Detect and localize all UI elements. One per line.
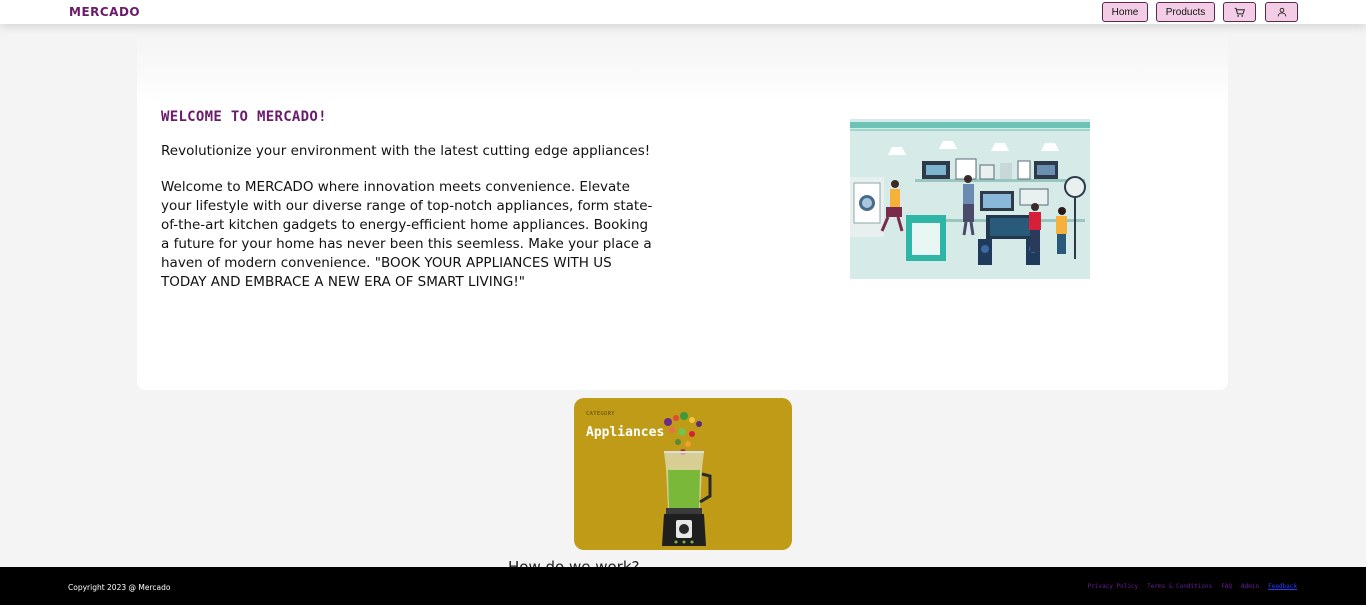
copyright-text: Copyright 2023 @ Mercado [68, 583, 171, 592]
appliance-store-illustration [850, 119, 1090, 279]
feedback-link[interactable]: Feedback [1268, 583, 1297, 590]
user-button[interactable] [1265, 2, 1298, 22]
terms-link[interactable]: Terms & Conditions [1147, 583, 1212, 590]
admin-link[interactable]: Admin [1241, 583, 1259, 590]
user-icon [1277, 7, 1286, 17]
blender-illustration [662, 412, 712, 546]
category-card-appliances[interactable]: CATEGORY Appliances [574, 398, 792, 550]
products-button[interactable]: Products [1156, 2, 1215, 22]
top-navbar: MERCADO Home Products [0, 0, 1366, 24]
footer: Copyright 2023 @ Mercado Privacy Policy … [0, 567, 1366, 605]
privacy-policy-link[interactable]: Privacy Policy [1088, 583, 1139, 590]
hero-tagline: Revolutionize your environment with the … [161, 143, 651, 159]
cart-button[interactable] [1223, 2, 1256, 22]
brand-logo[interactable]: MERCADO [69, 5, 140, 19]
faq-link[interactable]: FAQ [1221, 583, 1232, 590]
cart-icon [1234, 7, 1245, 17]
category-label: CATEGORY [586, 411, 615, 417]
hero-intro-text: Welcome to MERCADO where innovation meet… [161, 179, 653, 290]
footer-links: Privacy Policy Terms & Conditions FAQ Ad… [1088, 583, 1297, 590]
category-name: Appliances [586, 425, 665, 440]
home-button[interactable]: Home [1102, 2, 1148, 22]
welcome-title: WELCOME TO MERCADO! [161, 109, 327, 125]
